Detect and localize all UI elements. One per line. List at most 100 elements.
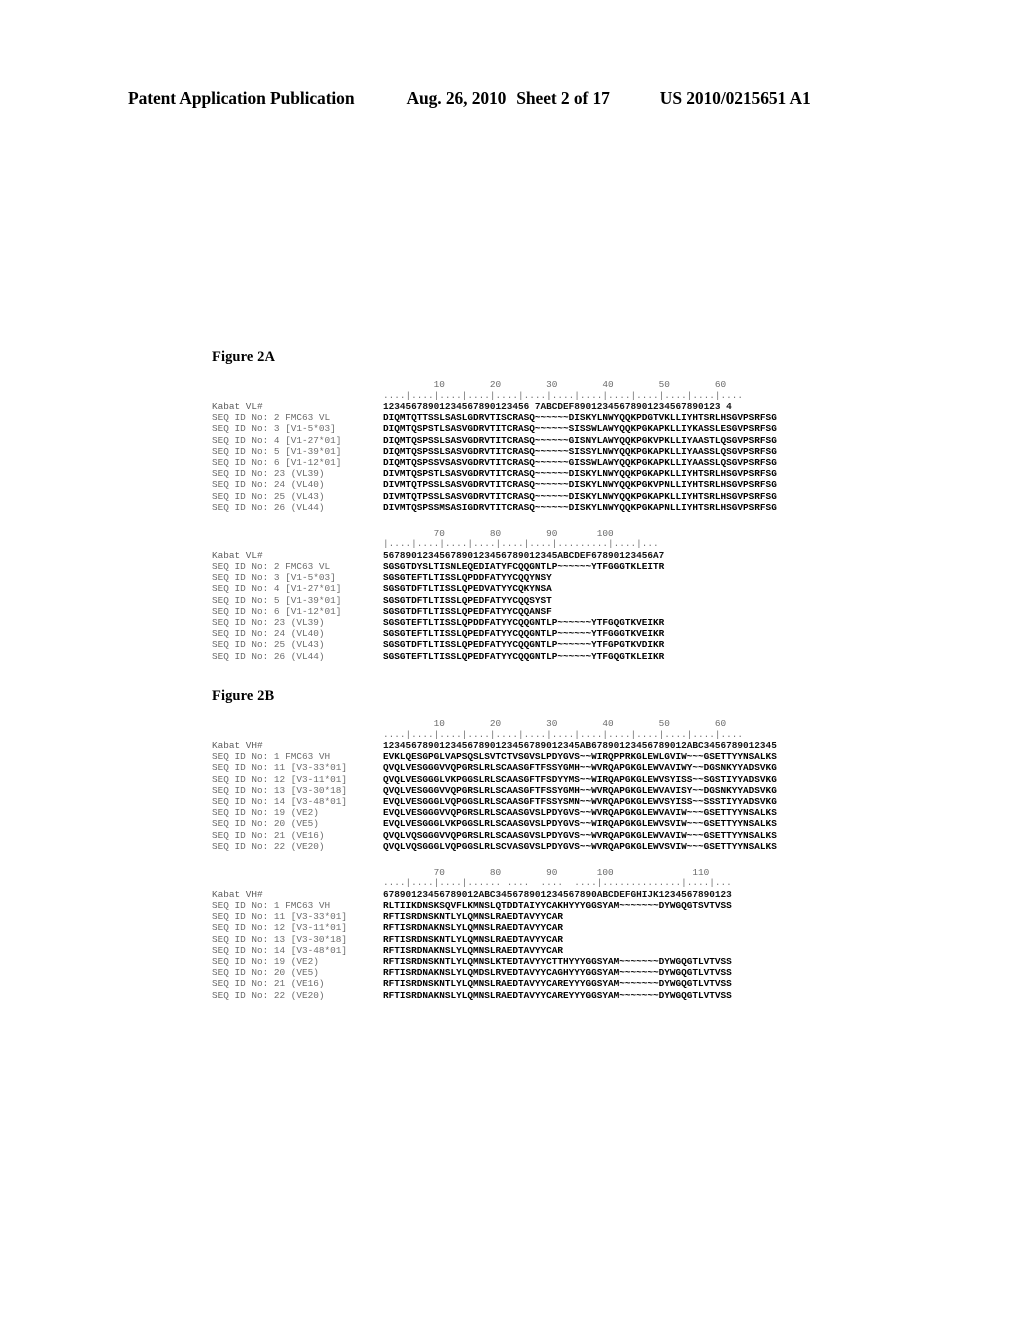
alignment-row: SEQ ID No: 23 (VL39) SGSGTEFTLTISSLQPDDF… <box>212 617 972 628</box>
alignment-row: SEQ ID No: 3 [V1-5*03] DIQMTQSPSTLSASVGD… <box>212 423 972 434</box>
alignment-row: SEQ ID No: 3 [V1-5*03] SGSGTEFTLTISSLQPD… <box>212 572 972 583</box>
sequence-string: SGSGTDFTLTISSLQPEDFATYYCQQGNTLP~~~~~~YTF… <box>383 639 665 651</box>
sequence-string: RFTISRDNSKNTLYLQMNSLRAEDTAVYYCAR <box>383 911 564 923</box>
sequence-label: SEQ ID No: 11 [V3-33*01] <box>212 762 348 774</box>
sequence-string: DIVMTQTPSSLSASVGDRVTITCRASQ~~~~~~DISKYLN… <box>383 479 777 491</box>
sequence-label: SEQ ID No: 21 (VE16) <box>212 978 325 990</box>
sequence-string: 67890123456789012ABC345678901234567890AB… <box>383 888 732 900</box>
alignment-row: SEQ ID No: 20 (VE5) RFTISRDNAKNSLYLQMDSL… <box>212 967 972 978</box>
sequence-label: SEQ ID No: 21 (VE16) <box>212 829 325 841</box>
sheet-number: Sheet 2 of 17 <box>516 88 610 108</box>
sequence-label: Kabat VL# <box>212 401 263 412</box>
sequence-label: SEQ ID No: 3 [V1-5*03] <box>212 423 336 435</box>
sequence-label: SEQ ID No: 6 [V1-12*01] <box>212 456 342 468</box>
alignment-row: SEQ ID No: 11 [V3-33*01] RFTISRDNSKNTLYL… <box>212 911 972 922</box>
sequence-string: DIVMTQSPSSMSASIGDRVTITCRASQ~~~~~~DISKYLN… <box>383 501 777 513</box>
alignment-row: SEQ ID No: 21 (VE16) RFTISRDNSKNTLYLQMNS… <box>212 978 972 989</box>
sequence-label: SEQ ID No: 19 (VE2) <box>212 807 319 819</box>
alignment-row: SEQ ID No: 5 [V1-39*01] DIQMTQSPSSLSASVG… <box>212 446 972 457</box>
sequence-string: QVQLVESGGGVVQPGRSLRLSCAASGFTFSSYGMH~~WVR… <box>383 762 777 774</box>
sequence-label: SEQ ID No: 26 (VL44) <box>212 501 325 513</box>
sequence-string: RFTISRDNAKNSLYLQMNSLRAEDTAVYYCAR <box>383 944 564 956</box>
alignment-row: SEQ ID No: 11 [V3-33*01] QVQLVESGGGVVQPG… <box>212 762 972 773</box>
sequence-string: 5678901234567890123456789012345ABCDEF678… <box>383 549 665 561</box>
alignment-row: Kabat VH# 67890123456789012ABC3456789012… <box>212 889 972 900</box>
alignment-row: SEQ ID No: 22 (VE20) QVQLVQSGGGLVQPGGSLR… <box>212 841 972 852</box>
alignment-row: Kabat VL# 567890123456789012345678901234… <box>212 550 972 561</box>
sequence-label: SEQ ID No: 20 (VE5) <box>212 818 319 830</box>
sequence-label: SEQ ID No: 22 (VE20) <box>212 989 325 1001</box>
sequence-string: 12345678901234567890123456789012345AB678… <box>383 740 777 751</box>
alignment-group: 70 80 90 100 110 ....|....|....|...... .… <box>212 867 972 1001</box>
alignment-row: SEQ ID No: 1 FMC63 VH EVKLQESGPGLVAPSQSL… <box>212 751 972 762</box>
ruler-numbers: 10 20 30 40 50 60 <box>383 379 727 390</box>
ruler-ticks: |....|....|....|....|....|....|.........… <box>383 538 659 550</box>
sequence-string: EVQLVESGGGVVQPGRSLRLSCAASGVSLPDYGVS~~WVR… <box>383 807 777 819</box>
sequence-string: DIQMTQSPSSVSASVGDRVTITCRASQ~~~~~~GISSWLA… <box>383 456 777 468</box>
sequence-label: SEQ ID No: 5 [V1-39*01] <box>212 445 342 457</box>
alignment-row: Kabat VH# 123456789012345678901234567890… <box>212 740 972 751</box>
sequence-string: SGSGTEFTLTISSLQPEDFATYYCQQGNTLP~~~~~~YTF… <box>383 628 665 640</box>
sequence-label: SEQ ID No: 24 (VL40) <box>212 479 325 491</box>
sequence-label: Kabat VH# <box>212 888 263 900</box>
sequence-label: SEQ ID No: 12 [V3-11*01] <box>212 773 348 785</box>
sequence-string: DIQMTQSPSSLSASVGDRVTITCRASQ~~~~~~GISNYLA… <box>383 434 777 446</box>
sequence-label: SEQ ID No: 19 (VE2) <box>212 956 319 967</box>
sequence-string: SGSGTEFTLTISSLQPDDFATYYCQQYNSY <box>383 572 552 584</box>
ruler-numbers: 10 20 30 40 50 60 <box>383 718 727 729</box>
sequence-label: SEQ ID No: 2 FMC63 VL <box>212 412 331 424</box>
alignment-row: SEQ ID No: 19 (VE2) EVQLVESGGGVVQPGRSLRL… <box>212 807 972 818</box>
sequence-label: SEQ ID No: 4 [V1-27*01] <box>212 583 342 595</box>
sequence-string: DIVMTQSPSTLSASVGDRVTITCRASQ~~~~~~DISKYLN… <box>383 468 777 480</box>
publication-number: US 2010/0215651 A1 <box>659 88 811 108</box>
sequence-label: SEQ ID No: 22 (VE20) <box>212 840 325 852</box>
sequence-label: SEQ ID No: 13 [V3-30*18] <box>212 933 348 945</box>
alignment-row: SEQ ID No: 2 FMC63 VL DIQMTQTTSSLSASLGDR… <box>212 412 972 423</box>
alignment-row: SEQ ID No: 20 (VE5) EVQLVESGGGLVKPGGSLRL… <box>212 818 972 829</box>
sequence-label: SEQ ID No: 1 FMC63 VH <box>212 751 331 763</box>
alignment-row: SEQ ID No: 6 [V1-12*01] DIQMTQSPSSVSASVG… <box>212 457 972 468</box>
sequence-string: SGSGTDFTLTISSLQPEDVATYYCQKYNSA <box>383 583 552 595</box>
sequence-label: SEQ ID No: 20 (VE5) <box>212 967 319 979</box>
alignment-row: SEQ ID No: 19 (VE2) RFTISRDNSKNTLYLQMNSL… <box>212 956 972 967</box>
sequence-label: SEQ ID No: 1 FMC63 VH <box>212 900 331 912</box>
sequence-string: EVQLVESGGGLVQPGGSLRLSCAASGFTFSSYSMN~~WVR… <box>383 795 777 807</box>
ruler-ticks: ....|....|....|...... .... .... ....|...… <box>383 877 732 889</box>
sequence-string: EVQLVESGGGLVKPGGSLRLSCAASGVSLPDYGVS~~WIR… <box>383 818 777 830</box>
alignment-row: SEQ ID No: 14 [V3-48*01] RFTISRDNAKNSLYL… <box>212 945 972 956</box>
alignment-row: SEQ ID No: 21 (VE16) QVQLVQSGGGVVQPGRSLR… <box>212 830 972 841</box>
alignment-row: SEQ ID No: 13 [V3-30*18] QVQLVESGGGVVQPG… <box>212 785 972 796</box>
sequence-string: RLTIIKDNSKSQVFLKMNSLQTDDTAIYYCAKHYYYGGSY… <box>383 900 732 912</box>
sequence-string: SGSGTDFTLTISSLQPEDFATYYCQQANSF <box>383 605 552 617</box>
sequence-string: SGSGTEFTLTISSLQPEDFATYYCQQGNTLP~~~~~~YTF… <box>383 650 665 662</box>
sequence-string: DIQMTQTTSSLSASLGDRVTISCRASQ~~~~~~DISKYLN… <box>383 412 777 424</box>
sequence-label: SEQ ID No: 12 [V3-11*01] <box>212 922 348 934</box>
sequence-string: RFTISRDNSKNTLYLQMNSLRAEDTAVYYCAREYYYGGSY… <box>383 978 732 990</box>
sequence-label: SEQ ID No: 5 [V1-39*01] <box>212 594 342 606</box>
sequence-string: RFTISRDNSKNTLYLQMNSLRAEDTAVYYCAR <box>383 933 564 945</box>
sequence-string: RFTISRDNAKNSLYLQMNSLRAEDTAVYYCAREYYYGGSY… <box>383 989 732 1001</box>
alignment-group: 10 20 30 40 50 60 ....|....|....|....|..… <box>212 718 972 852</box>
alignment-row: SEQ ID No: 2 FMC63 VL SGSGTDYSLTISNLEQED… <box>212 561 972 572</box>
alignment-row: SEQ ID No: 24 (VL40) DIVMTQTPSSLSASVGDRV… <box>212 479 972 490</box>
alignment-row: SEQ ID No: 12 [V3-11*01] QVQLVESGGGLVKPG… <box>212 774 972 785</box>
sequence-string: SGSGTDFTLTISSLQPEDFATYYCQQSYST <box>383 594 552 606</box>
alignment-group: 70 80 90 100 |....|....|....|....|....|.… <box>212 528 972 662</box>
sequence-label: SEQ ID No: 26 (VL44) <box>212 650 325 662</box>
figure-2a: Figure 2A 10 20 30 40 50 60 ....|....|..… <box>212 349 972 678</box>
sequence-label: Kabat VH# <box>212 740 263 751</box>
sequence-string: QVQLVQSGGGLVQPGGSLRLSCVASGVSLPDYGVS~~WVR… <box>383 840 777 852</box>
figure-2a-caption: Figure 2A <box>212 349 276 365</box>
sequence-string: DIQMTQSPSSLSASVGDRVTITCRASQ~~~~~~SISSYLN… <box>383 445 777 457</box>
alignment-row: SEQ ID No: 6 [V1-12*01] SGSGTDFTLTISSLQP… <box>212 606 972 617</box>
figure-2b: Figure 2B 10 20 30 40 50 60 ....|....|..… <box>212 688 972 1017</box>
publication-title: Patent Application Publication <box>128 88 355 108</box>
sequence-string: EVKLQESGPGLVAPSQSLSVTCTVSGVSLPDYGVS~~WIR… <box>383 751 777 763</box>
sequence-label: SEQ ID No: 23 (VL39) <box>212 617 325 628</box>
alignment-row: SEQ ID No: 4 [V1-27*01] SGSGTDFTLTISSLQP… <box>212 583 972 594</box>
alignment-group: 10 20 30 40 50 60 ....|....|....|....|..… <box>212 379 972 513</box>
sequence-string: QVQLVQSGGGVVQPGRSLRLSCAASGVSLPDYGVS~~WVR… <box>383 829 777 841</box>
figure-2b-caption: Figure 2B <box>212 688 275 704</box>
page-header: Patent Application Publication Aug. 26, … <box>128 88 918 109</box>
alignment-row: SEQ ID No: 24 (VL40) SGSGTEFTLTISSLQPEDF… <box>212 628 972 639</box>
